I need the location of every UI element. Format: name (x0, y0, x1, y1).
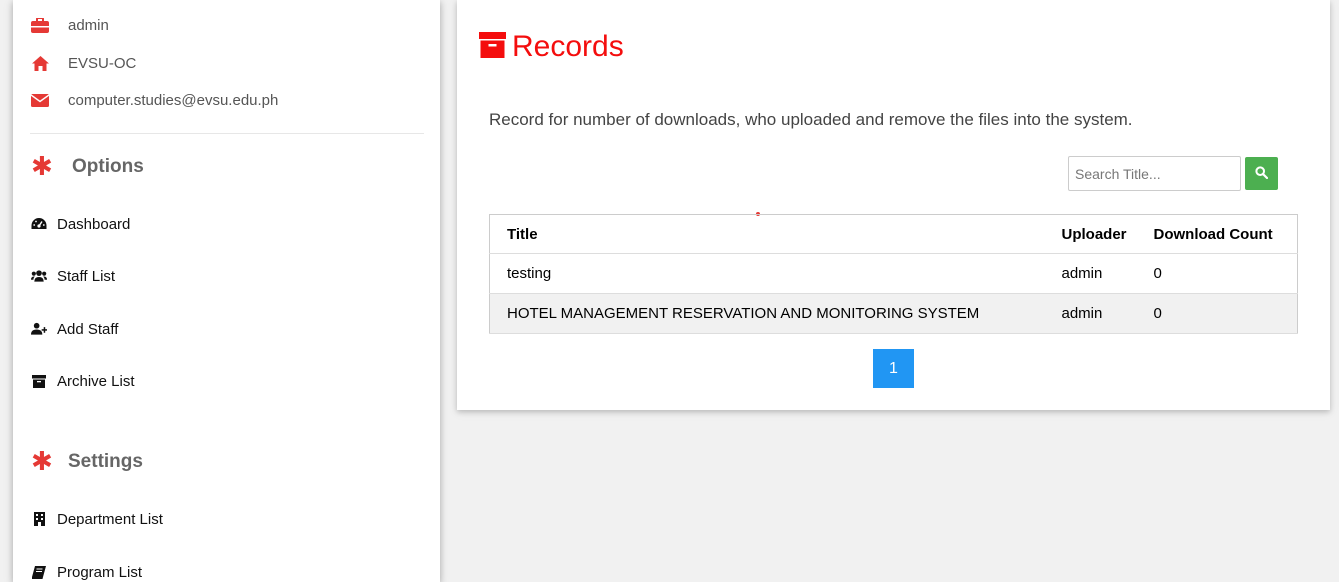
archive-icon (479, 31, 506, 63)
pagination-page-button[interactable]: 1 (873, 349, 914, 388)
cell-uploader: admin (1061, 293, 1154, 334)
envelope-icon (31, 92, 49, 108)
sidebar-item-dashboard[interactable]: Dashboard (31, 214, 130, 234)
sidebar-item-label: Staff List (57, 267, 116, 285)
column-header-uploader: Uploader (1061, 214, 1154, 254)
settings-label: Settings (68, 451, 143, 472)
cell-download-count: 0 (1153, 293, 1298, 334)
table-row[interactable]: testing admin 0 (489, 253, 1298, 294)
table-row[interactable]: HOTEL MANAGEMENT RESERVATION AND MONITOR… (489, 293, 1298, 334)
sidebar-item-archive-list[interactable]: Archive List (31, 371, 135, 391)
campus-info-row: EVSU-OC (31, 53, 136, 73)
records-card: Records Record for number of downloads, … (457, 0, 1330, 410)
sidebar-item-department-list[interactable]: Department List (31, 509, 163, 529)
search-icon (1255, 165, 1269, 182)
user-info-row: admin (31, 15, 109, 35)
table-header-row: Title Uploader Download Count (489, 214, 1298, 254)
dashboard-icon (31, 216, 47, 232)
column-header-download-count: Download Count (1153, 214, 1298, 254)
sidebar-item-program-list[interactable]: Program List (31, 562, 142, 582)
asterisk-icon: ✱ (31, 447, 53, 477)
column-header-title: Title (489, 214, 1062, 254)
cell-title: HOTEL MANAGEMENT RESERVATION AND MONITOR… (489, 293, 1062, 334)
users-icon (31, 268, 47, 284)
records-table: Title Uploader Download Count testing ad… (489, 214, 1298, 334)
user-name: admin (68, 16, 109, 34)
campus-name: EVSU-OC (68, 54, 137, 72)
settings-section-heading: ✱ Settings (31, 447, 143, 477)
sidebar-item-label: Archive List (57, 372, 135, 390)
building-icon (31, 511, 47, 527)
archive-icon (31, 373, 47, 389)
page-title-text: Records (512, 30, 624, 63)
cell-download-count: 0 (1153, 253, 1298, 294)
book-icon (31, 564, 47, 580)
email-info-row: computer.studies@evsu.edu.ph (31, 90, 278, 110)
cell-title: testing (489, 253, 1062, 294)
sidebar-item-add-staff[interactable]: Add Staff (31, 319, 118, 339)
sidebar-item-label: Add Staff (57, 320, 119, 338)
sidebar-item-label: Program List (57, 563, 143, 581)
options-label: Options (72, 156, 144, 177)
sidebar-item-staff-list[interactable]: Staff List (31, 266, 115, 286)
asterisk-icon: ✱ (31, 152, 53, 182)
home-icon (31, 55, 49, 71)
cell-uploader: admin (1061, 253, 1154, 294)
sidebar-item-label: Department List (57, 510, 163, 528)
search-input[interactable] (1068, 156, 1241, 191)
briefcase-icon (31, 17, 49, 33)
user-plus-icon (31, 321, 47, 337)
sidebar-divider (30, 133, 424, 134)
page-description: Record for number of downloads, who uplo… (489, 110, 1133, 129)
page-title: Records (479, 30, 624, 64)
sidebar-item-label: Dashboard (57, 215, 131, 233)
sidebar: admin EVSU-OC computer.studies@evsu.edu.… (13, 0, 440, 582)
email-address: computer.studies@evsu.edu.ph (68, 91, 279, 109)
search-button[interactable] (1245, 157, 1278, 190)
options-section-heading: ✱ Options (31, 152, 144, 182)
